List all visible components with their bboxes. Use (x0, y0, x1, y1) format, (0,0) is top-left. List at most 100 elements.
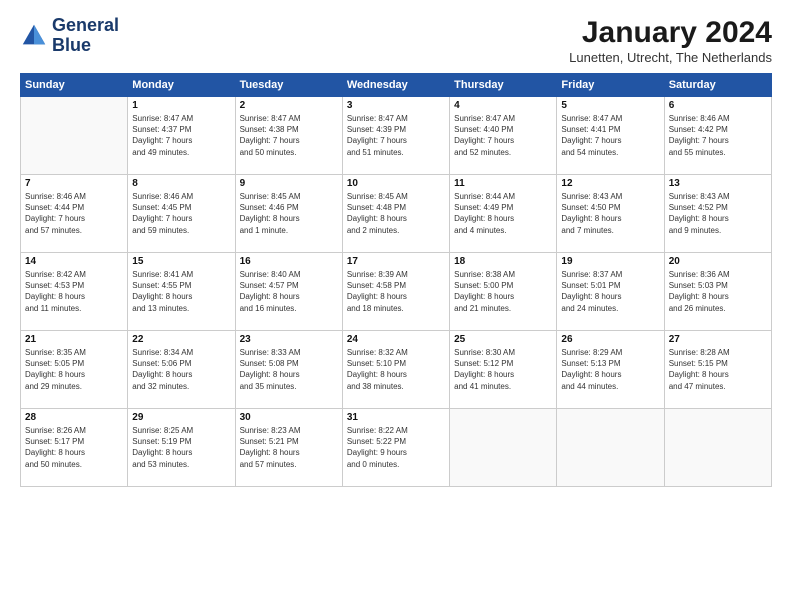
col-friday: Friday (557, 74, 664, 97)
table-row: 28 Sunrise: 8:26 AM Sunset: 5:17 PM Dayli… (21, 409, 128, 487)
day-info: Sunrise: 8:44 AM Sunset: 4:49 PM Dayligh… (454, 191, 552, 236)
day-info: Sunrise: 8:37 AM Sunset: 5:01 PM Dayligh… (561, 269, 659, 314)
table-row: 16Sunrise: 8:40 AM Sunset: 4:57 PM Dayli… (235, 253, 342, 331)
table-row: 7Sunrise: 8:46 AM Sunset: 4:44 PM Daylig… (21, 175, 128, 253)
day-number: 5 (561, 100, 659, 111)
table-row: 26 Sunrise: 8:29 AM Sunset: 5:13 PM Dayli… (557, 331, 664, 409)
table-row: 20 Sunrise: 8:36 AM Sunset: 5:03 PM Dayli… (664, 253, 771, 331)
day-info: Sunrise: 8:36 AM Sunset: 5:03 PM Dayligh… (669, 269, 767, 314)
day-info: Sunrise: 8:28 AM Sunset: 5:15 PM Dayligh… (669, 347, 767, 392)
table-row: 12 Sunrise: 8:43 AM Sunset: 4:50 PM Dayli… (557, 175, 664, 253)
table-row: 17Sunrise: 8:39 AM Sunset: 4:58 PM Dayli… (342, 253, 449, 331)
day-number: 24 (347, 334, 445, 345)
table-row (557, 409, 664, 487)
day-number: 25 (454, 334, 552, 345)
day-info: Sunrise: 8:35 AM Sunset: 5:05 PM Dayligh… (25, 347, 123, 392)
table-row (450, 409, 557, 487)
table-row: 1 Sunrise: 8:47 AM Sunset: 4:37 PM Daylig… (128, 97, 235, 175)
day-number: 27 (669, 334, 767, 345)
table-row: 23Sunrise: 8:33 AM Sunset: 5:08 PM Dayli… (235, 331, 342, 409)
table-row: 25 Sunrise: 8:30 AM Sunset: 5:12 PM Dayli… (450, 331, 557, 409)
table-row (21, 97, 128, 175)
day-number: 29 (132, 412, 230, 423)
calendar-week-4: 21 Sunrise: 8:35 AM Sunset: 5:05 PM Dayli… (21, 331, 772, 409)
calendar-week-3: 14 Sunrise: 8:42 AM Sunset: 4:53 PM Dayli… (21, 253, 772, 331)
day-number: 17 (347, 256, 445, 267)
table-row: 4 Sunrise: 8:47 AM Sunset: 4:40 PM Daylig… (450, 97, 557, 175)
title-block: January 2024 Lunetten, Utrecht, The Neth… (569, 16, 772, 65)
calendar-week-1: 1 Sunrise: 8:47 AM Sunset: 4:37 PM Daylig… (21, 97, 772, 175)
day-number: 6 (669, 100, 767, 111)
day-info: Sunrise: 8:47 AM Sunset: 4:40 PM Dayligh… (454, 113, 552, 158)
col-saturday: Saturday (664, 74, 771, 97)
day-info: Sunrise: 8:30 AM Sunset: 5:12 PM Dayligh… (454, 347, 552, 392)
day-info: Sunrise: 8:38 AM Sunset: 5:00 PM Dayligh… (454, 269, 552, 314)
table-row: 11 Sunrise: 8:44 AM Sunset: 4:49 PM Dayli… (450, 175, 557, 253)
col-sunday: Sunday (21, 74, 128, 97)
day-info: Sunrise: 8:46 AM Sunset: 4:42 PM Dayligh… (669, 113, 767, 158)
page: General Blue January 2024 Lunetten, Utre… (0, 0, 792, 612)
table-row: 5Sunrise: 8:47 AM Sunset: 4:41 PM Daylig… (557, 97, 664, 175)
col-wednesday: Wednesday (342, 74, 449, 97)
day-info: Sunrise: 8:41 AM Sunset: 4:55 PM Dayligh… (132, 269, 230, 314)
day-info: Sunrise: 8:22 AM Sunset: 5:22 PM Dayligh… (347, 425, 445, 470)
day-info: Sunrise: 8:45 AM Sunset: 4:46 PM Dayligh… (240, 191, 338, 236)
location: Lunetten, Utrecht, The Netherlands (569, 50, 772, 65)
day-number: 3 (347, 100, 445, 111)
day-number: 28 (25, 412, 123, 423)
day-number: 13 (669, 178, 767, 189)
day-info: Sunrise: 8:29 AM Sunset: 5:13 PM Dayligh… (561, 347, 659, 392)
day-info: Sunrise: 8:47 AM Sunset: 4:39 PM Dayligh… (347, 113, 445, 158)
day-info: Sunrise: 8:42 AM Sunset: 4:53 PM Dayligh… (25, 269, 123, 314)
logo-text: General Blue (52, 16, 119, 56)
day-number: 14 (25, 256, 123, 267)
day-info: Sunrise: 8:26 AM Sunset: 5:17 PM Dayligh… (25, 425, 123, 470)
day-number: 8 (132, 178, 230, 189)
table-row: 14 Sunrise: 8:42 AM Sunset: 4:53 PM Dayli… (21, 253, 128, 331)
col-monday: Monday (128, 74, 235, 97)
table-row: 27 Sunrise: 8:28 AM Sunset: 5:15 PM Dayli… (664, 331, 771, 409)
day-number: 11 (454, 178, 552, 189)
table-row: 18Sunrise: 8:38 AM Sunset: 5:00 PM Dayli… (450, 253, 557, 331)
day-info: Sunrise: 8:46 AM Sunset: 4:44 PM Dayligh… (25, 191, 123, 236)
day-number: 2 (240, 100, 338, 111)
table-row: 10 Sunrise: 8:45 AM Sunset: 4:48 PM Dayli… (342, 175, 449, 253)
day-number: 30 (240, 412, 338, 423)
logo-icon (20, 22, 48, 50)
day-number: 1 (132, 100, 230, 111)
day-info: Sunrise: 8:34 AM Sunset: 5:06 PM Dayligh… (132, 347, 230, 392)
calendar-week-5: 28 Sunrise: 8:26 AM Sunset: 5:17 PM Dayli… (21, 409, 772, 487)
day-info: Sunrise: 8:32 AM Sunset: 5:10 PM Dayligh… (347, 347, 445, 392)
day-number: 26 (561, 334, 659, 345)
day-number: 19 (561, 256, 659, 267)
day-number: 10 (347, 178, 445, 189)
day-info: Sunrise: 8:45 AM Sunset: 4:48 PM Dayligh… (347, 191, 445, 236)
day-number: 21 (25, 334, 123, 345)
day-info: Sunrise: 8:47 AM Sunset: 4:37 PM Dayligh… (132, 113, 230, 158)
day-number: 22 (132, 334, 230, 345)
col-thursday: Thursday (450, 74, 557, 97)
logo: General Blue (20, 16, 119, 56)
table-row: 15Sunrise: 8:41 AM Sunset: 4:55 PM Dayli… (128, 253, 235, 331)
table-row: 24 Sunrise: 8:32 AM Sunset: 5:10 PM Dayli… (342, 331, 449, 409)
day-info: Sunrise: 8:43 AM Sunset: 4:50 PM Dayligh… (561, 191, 659, 236)
table-row: 29Sunrise: 8:25 AM Sunset: 5:19 PM Dayli… (128, 409, 235, 487)
table-row: 19 Sunrise: 8:37 AM Sunset: 5:01 PM Dayli… (557, 253, 664, 331)
table-row: 13 Sunrise: 8:43 AM Sunset: 4:52 PM Dayli… (664, 175, 771, 253)
calendar-week-2: 7Sunrise: 8:46 AM Sunset: 4:44 PM Daylig… (21, 175, 772, 253)
table-row: 6 Sunrise: 8:46 AM Sunset: 4:42 PM Daylig… (664, 97, 771, 175)
table-row: 9Sunrise: 8:45 AM Sunset: 4:46 PM Daylig… (235, 175, 342, 253)
table-row: 22 Sunrise: 8:34 AM Sunset: 5:06 PM Dayli… (128, 331, 235, 409)
day-info: Sunrise: 8:43 AM Sunset: 4:52 PM Dayligh… (669, 191, 767, 236)
day-number: 16 (240, 256, 338, 267)
calendar: Sunday Monday Tuesday Wednesday Thursday… (20, 73, 772, 487)
day-number: 20 (669, 256, 767, 267)
day-number: 31 (347, 412, 445, 423)
day-number: 4 (454, 100, 552, 111)
table-row: 2Sunrise: 8:47 AM Sunset: 4:38 PM Daylig… (235, 97, 342, 175)
table-row: 3 Sunrise: 8:47 AM Sunset: 4:39 PM Daylig… (342, 97, 449, 175)
day-info: Sunrise: 8:46 AM Sunset: 4:45 PM Dayligh… (132, 191, 230, 236)
calendar-header-row: Sunday Monday Tuesday Wednesday Thursday… (21, 74, 772, 97)
month-title: January 2024 (569, 16, 772, 50)
day-number: 12 (561, 178, 659, 189)
